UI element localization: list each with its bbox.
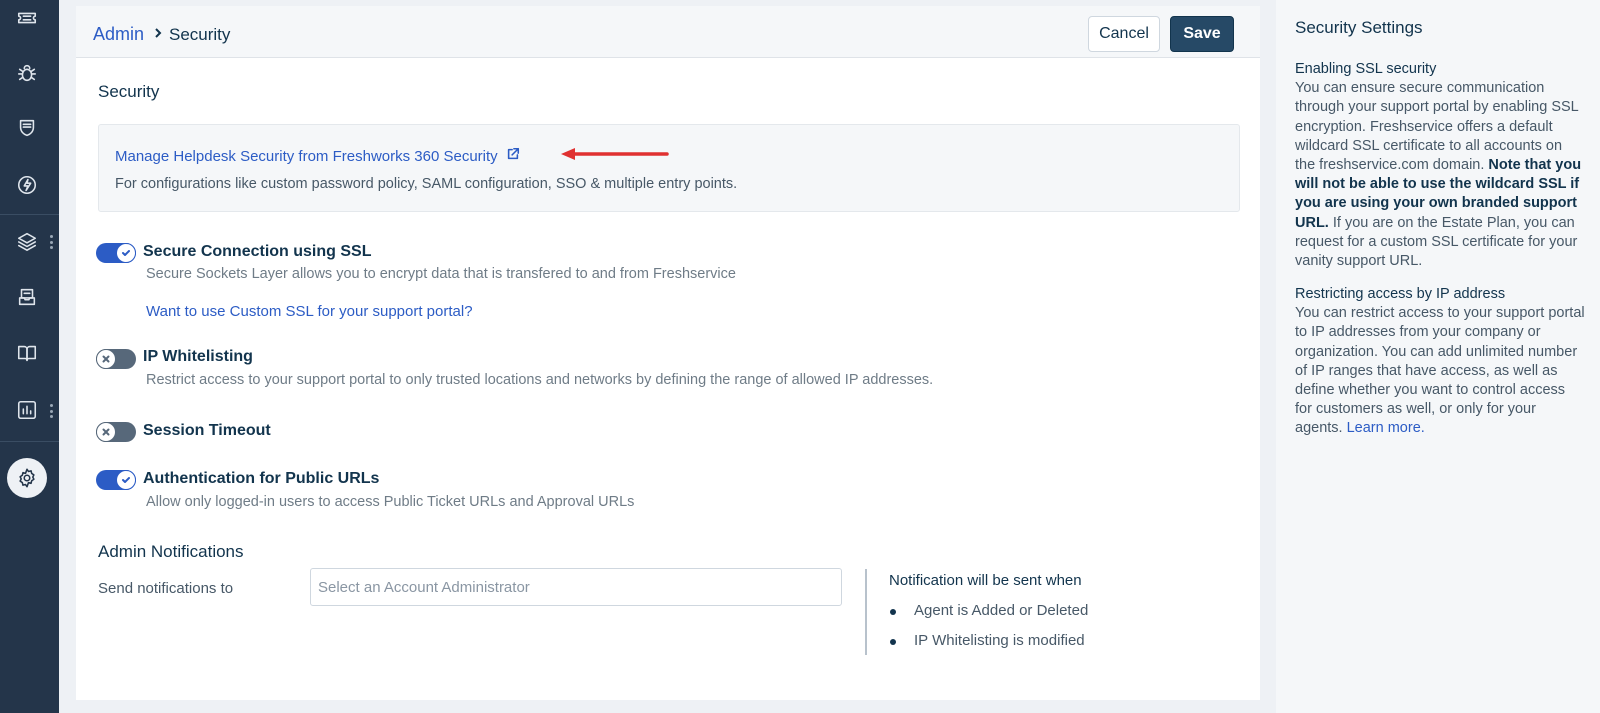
public-urls-auth-description: Allow only logged-in users to access Pub… [146,494,635,510]
external-link-icon [506,147,520,165]
layers-icon[interactable] [13,227,41,255]
freshworks-360-security-link[interactable]: Manage Helpdesk Security from Freshworks… [115,147,520,165]
main-panel: Admin Security Cancel Save Security Mana… [76,6,1260,700]
close-icon [102,355,110,363]
section-title: Security [98,82,160,101]
notifications-divider [865,569,867,655]
shield-icon[interactable] [13,114,41,142]
freshworks-security-description: For configurations like custom password … [115,176,738,192]
rail-divider [0,214,59,215]
chevron-right-icon [151,26,165,40]
list-item-text: IP Whitelisting is modified [914,632,1085,649]
close-icon [102,428,110,436]
rail-divider [0,441,59,442]
freshworks-360-security-link-label: Manage Helpdesk Security from Freshworks… [115,147,498,165]
session-timeout-toggle[interactable] [96,422,136,442]
ssl-help-heading: Enabling SSL security [1295,61,1437,77]
more-options-icon[interactable] [48,235,54,249]
ip-help-heading: Restricting access by IP address [1295,286,1506,302]
freshworks-security-box: Manage Helpdesk Security from Freshworks… [98,124,1240,212]
ssl-help-text-2: If you are on the Estate Plan, you can r… [1295,214,1578,270]
ip-whitelisting-title: IP Whitelisting [143,348,253,365]
bug-icon[interactable] [13,59,41,87]
chart-icon[interactable] [13,396,41,424]
breadcrumb-admin-link[interactable]: Admin [93,24,144,45]
left-nav-rail [0,0,59,713]
help-title: Security Settings [1295,18,1423,37]
ssl-toggle[interactable] [96,243,136,263]
ssl-title: Secure Connection using SSL [143,243,372,260]
check-icon [122,250,130,256]
admin-notifications-title: Admin Notifications [98,542,244,561]
cancel-button[interactable]: Cancel [1088,16,1160,52]
ip-whitelisting-toggle[interactable] [96,349,136,369]
save-button[interactable]: Save [1170,16,1234,52]
notification-when-title: Notification will be sent when [889,572,1082,589]
help-panel: Security Settings Enabling SSL security … [1276,0,1600,713]
learn-more-link[interactable]: Learn more. [1347,420,1425,436]
ip-help-text: You can restrict access to your support … [1295,305,1585,437]
session-timeout-title: Session Timeout [143,422,271,439]
ticket-icon[interactable] [13,4,41,32]
public-urls-auth-toggle[interactable] [96,470,136,490]
custom-ssl-link[interactable]: Want to use Custom SSL for your support … [146,303,473,320]
ip-help-block: Restricting access by IP address You can… [1295,285,1585,439]
list-item-text: Agent is Added or Deleted [914,602,1089,619]
send-notifications-label: Send notifications to [98,580,234,597]
lightning-icon[interactable] [13,171,41,199]
ssl-help-block: Enabling SSL security You can ensure sec… [1295,60,1585,271]
ip-whitelisting-description: Restrict access to your support portal t… [146,372,934,388]
ssl-description: Secure Sockets Layer allows you to encry… [146,266,736,282]
inbox-icon[interactable] [13,283,41,311]
top-bar: Admin Security Cancel Save [76,6,1260,58]
public-urls-auth-title: Authentication for Public URLs [143,470,380,487]
list-item: Agent is Added or Deleted [889,602,1089,619]
more-options-icon[interactable] [48,404,54,418]
list-item: IP Whitelisting is modified [890,632,1085,649]
gear-icon[interactable] [7,458,47,498]
account-administrator-select[interactable] [310,568,842,606]
check-icon [122,477,130,483]
book-icon[interactable] [13,339,41,367]
annotation-arrow-icon [561,148,669,160]
page-title: Security [169,25,231,44]
